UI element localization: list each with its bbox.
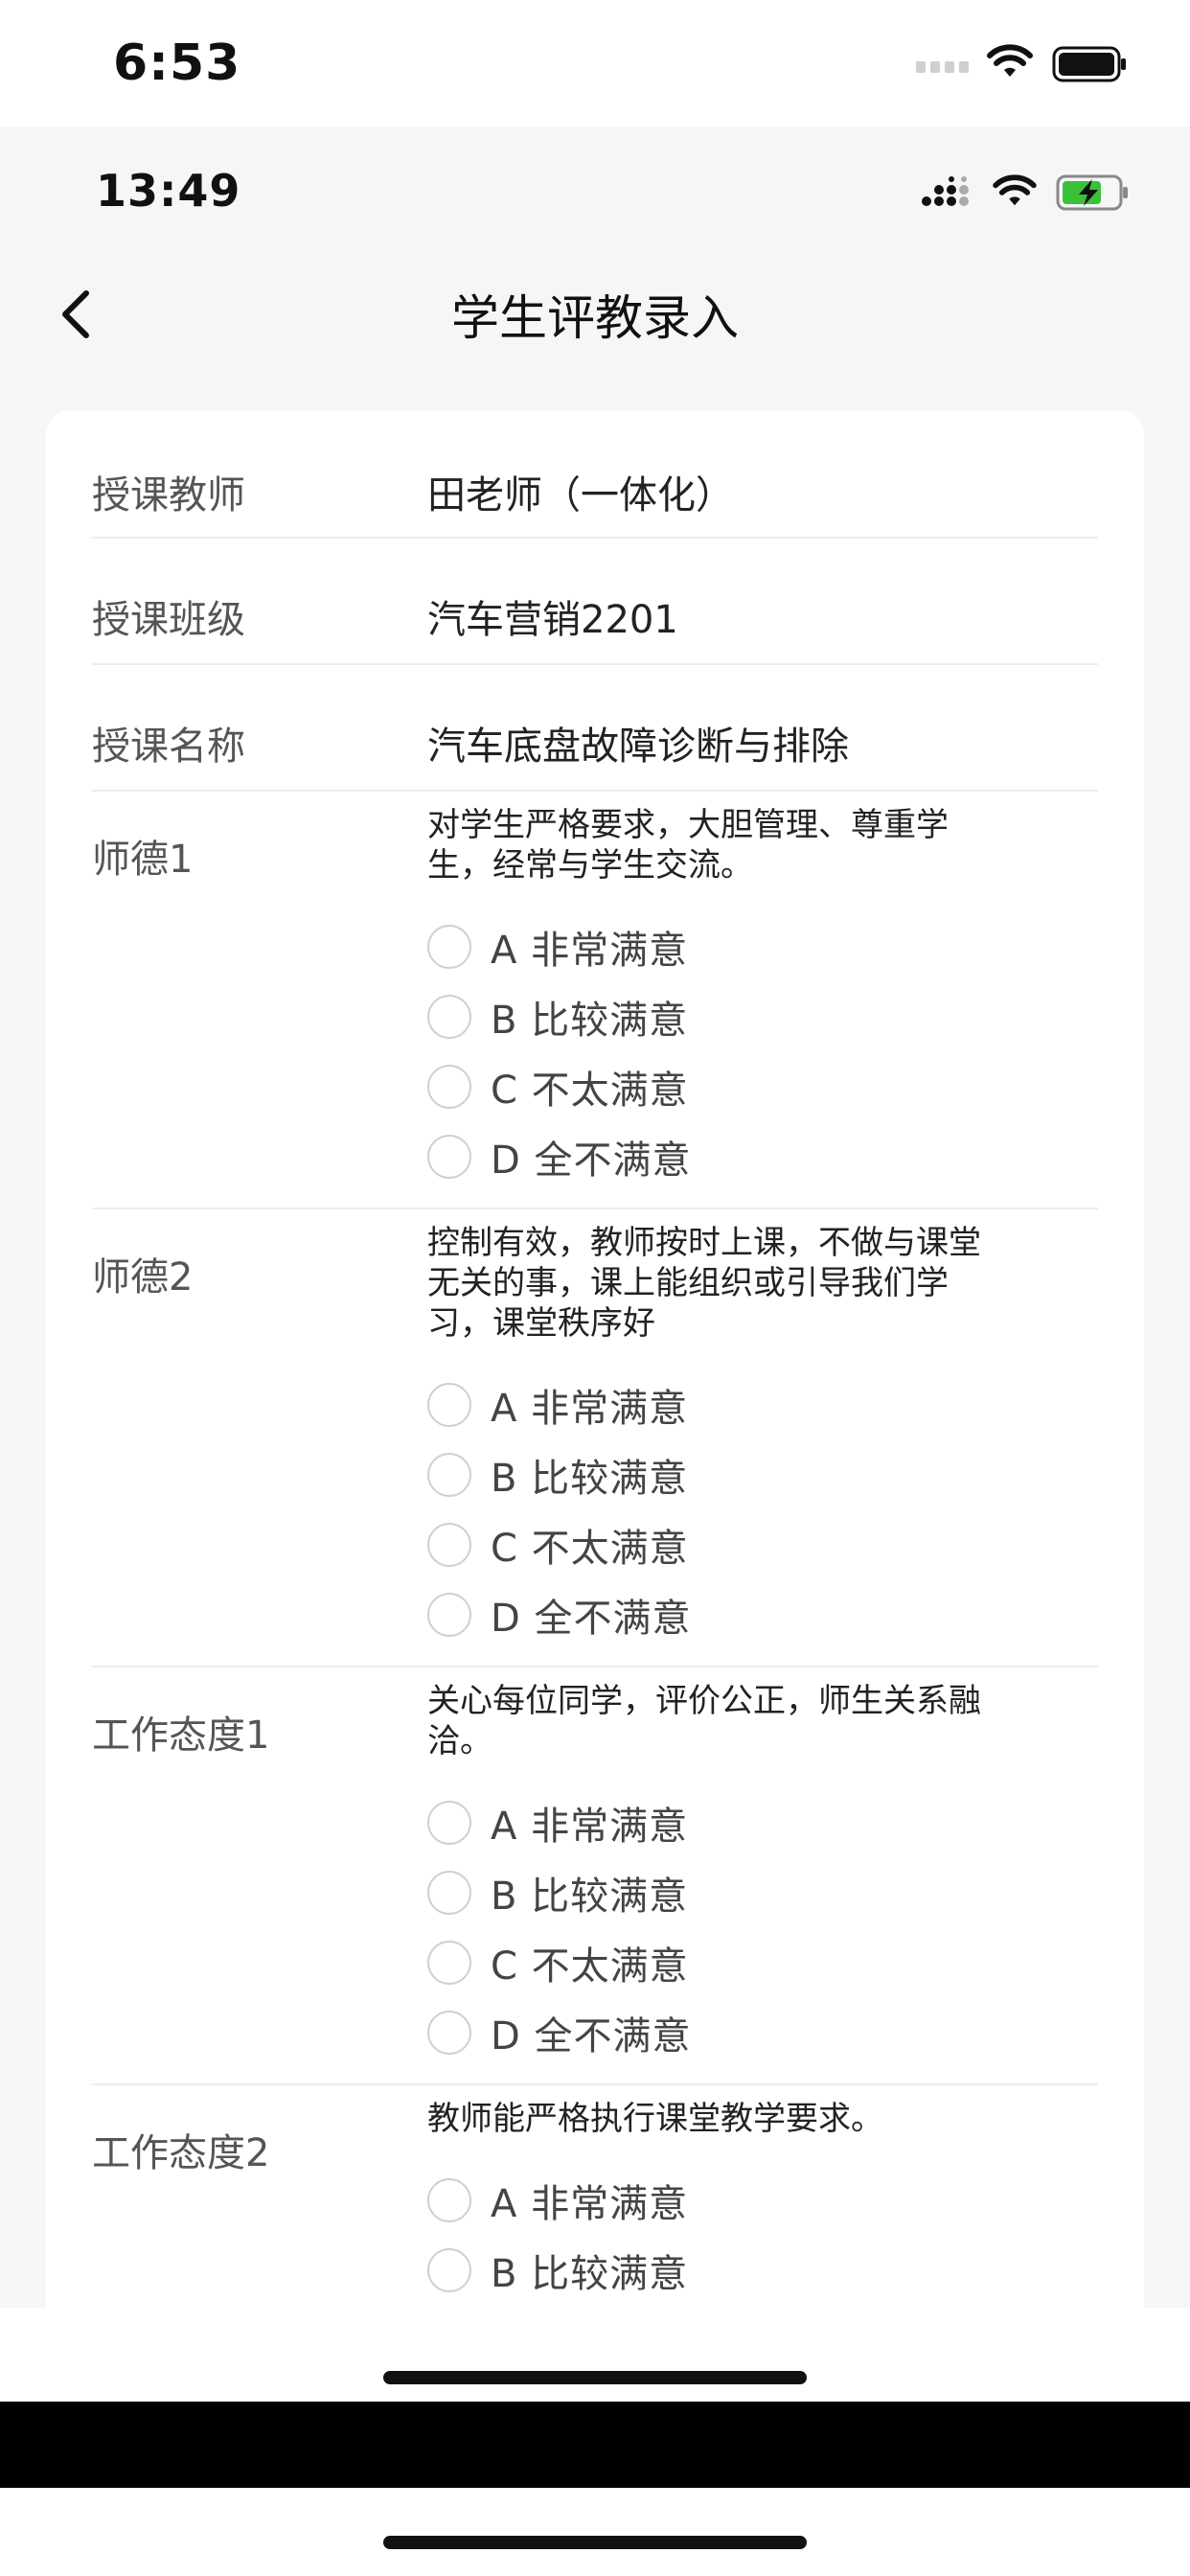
battery-charging-icon (1056, 174, 1128, 211)
info-row-class: 授课班级 汽车营销2201 (92, 537, 1098, 665)
wifi-icon (987, 44, 1033, 77)
question-text-line: 无关的事，课上能组织或引导我们学 (427, 1264, 949, 1302)
radio-button[interactable] (427, 1383, 471, 1427)
question-label: 工作态度1 (92, 1714, 270, 1758)
option-d[interactable]: D 全不满意 (427, 1132, 692, 1183)
evaluation-form-card: 授课教师 田老师（一体化） 授课班级 汽车营销2201 授课名称 汽车底盘故障诊… (46, 410, 1144, 2308)
radio-button[interactable] (427, 1065, 471, 1109)
radio-button[interactable] (427, 1593, 471, 1637)
radio-button[interactable] (427, 1135, 471, 1179)
option-a[interactable]: A 非常满意 (427, 922, 689, 973)
info-value: 田老师（一体化） (427, 473, 734, 518)
question-text-line: 对学生严格要求，大胆管理、尊重学 (427, 806, 949, 844)
question-text-line: 生，经常与学生交流。 (427, 846, 753, 885)
page-title: 学生评教录入 (451, 290, 739, 346)
outer-status-bar: 6:53 (0, 0, 1190, 126)
option-label: C 不太满意 (491, 1527, 689, 1571)
radio-button[interactable] (427, 2178, 471, 2222)
signal-icon (916, 61, 969, 73)
option-label: D 全不满意 (491, 1597, 692, 1641)
option-b[interactable]: B 比较满意 (427, 2245, 689, 2296)
info-label: 授课班级 (92, 598, 245, 642)
radio-button[interactable] (427, 1801, 471, 1845)
home-indicator[interactable] (383, 2536, 807, 2549)
question-text: 控制有效，教师按时上课，不做与课堂 无关的事，课上能组织或引导我们学 习，课堂秩… (427, 1223, 1079, 1344)
radio-button[interactable] (427, 2248, 471, 2292)
option-label: D 全不满意 (491, 2014, 692, 2058)
question-text-line: 教师能严格执行课堂教学要求。 (427, 2100, 883, 2138)
info-row-teacher: 授课教师 田老师（一体化） (92, 410, 1098, 539)
question-text-line: 关心每位同学，评价公正，师生关系融 (427, 1682, 981, 1720)
option-c[interactable]: C 不太满意 (427, 1938, 689, 1989)
option-d[interactable]: D 全不满意 (427, 2008, 692, 2058)
info-label: 授课教师 (92, 473, 245, 518)
option-label: D 全不满意 (491, 1138, 692, 1183)
radio-button[interactable] (427, 2011, 471, 2055)
question-label: 师德2 (92, 1255, 194, 1300)
option-c[interactable]: C 不太满意 (427, 1062, 689, 1113)
option-a[interactable]: A 非常满意 (427, 1798, 689, 1849)
option-label: A 非常满意 (491, 929, 689, 973)
inner-status-time: 13:49 (96, 165, 241, 217)
option-label: A 非常满意 (491, 1805, 689, 1849)
question-text: 对学生严格要求，大胆管理、尊重学 生，经常与学生交流。 (427, 805, 1079, 886)
option-b[interactable]: B 比较满意 (427, 1868, 689, 1919)
question-text-line: 控制有效，教师按时上课，不做与课堂 (427, 1224, 981, 1262)
info-row-course: 授课名称 汽车底盘故障诊断与排除 (92, 663, 1098, 792)
option-d[interactable]: D 全不满意 (427, 1590, 692, 1641)
radio-button[interactable] (427, 1871, 471, 1915)
question-item: 工作态度1 关心每位同学，评价公正，师生关系融 洽。 A 非常满意 B 比较满意… (92, 1666, 1098, 2085)
option-label: B 比较满意 (491, 2252, 689, 2296)
radio-button[interactable] (427, 925, 471, 969)
info-label: 授课名称 (92, 724, 245, 769)
option-a[interactable]: A 非常满意 (427, 1380, 689, 1431)
question-item: 工作态度2 教师能严格执行课堂教学要求。 A 非常满意 B 比较满意 (92, 2083, 1098, 2308)
option-label: B 比较满意 (491, 1457, 689, 1501)
wifi-icon (993, 174, 1037, 206)
info-value: 汽车底盘故障诊断与排除 (427, 724, 849, 769)
question-label: 师德1 (92, 838, 194, 882)
status-time: 6:53 (113, 34, 241, 92)
question-text: 关心每位同学，评价公正，师生关系融 洽。 (427, 1681, 1079, 1761)
option-label: B 比较满意 (491, 1874, 689, 1919)
option-label: B 比较满意 (491, 999, 689, 1043)
question-text-line: 习，课堂秩序好 (427, 1304, 655, 1343)
question-label: 工作态度2 (92, 2131, 270, 2175)
option-label: A 非常满意 (491, 2182, 689, 2226)
option-b[interactable]: B 比较满意 (427, 1450, 689, 1501)
option-label: A 非常满意 (491, 1387, 689, 1431)
radio-button[interactable] (427, 1523, 471, 1567)
question-text: 教师能严格执行课堂教学要求。 (427, 2099, 1079, 2139)
info-value: 汽车营销2201 (427, 598, 678, 642)
question-item: 师德1 对学生严格要求，大胆管理、尊重学 生，经常与学生交流。 A 非常满意 B… (92, 790, 1098, 1209)
app-screen: 13:49 学生评教录入 授课教师 田老师（一体化） 授课班级 汽车营销2201… (0, 126, 1190, 2308)
option-c[interactable]: C 不太满意 (427, 1520, 689, 1571)
battery-icon (1052, 46, 1126, 82)
radio-button[interactable] (427, 995, 471, 1039)
question-item: 师德2 控制有效，教师按时上课，不做与课堂 无关的事，课上能组织或引导我们学 习… (92, 1208, 1098, 1668)
cellular-icon (922, 176, 969, 206)
option-a[interactable]: A 非常满意 (427, 2175, 689, 2226)
radio-button[interactable] (427, 1941, 471, 1985)
black-band (0, 2402, 1190, 2488)
radio-button[interactable] (427, 1453, 471, 1497)
option-label: C 不太满意 (491, 1069, 689, 1113)
option-b[interactable]: B 比较满意 (427, 992, 689, 1043)
home-indicator[interactable] (383, 2371, 807, 2384)
option-label: C 不太满意 (491, 1944, 689, 1989)
question-text-line: 洽。 (427, 1722, 492, 1760)
